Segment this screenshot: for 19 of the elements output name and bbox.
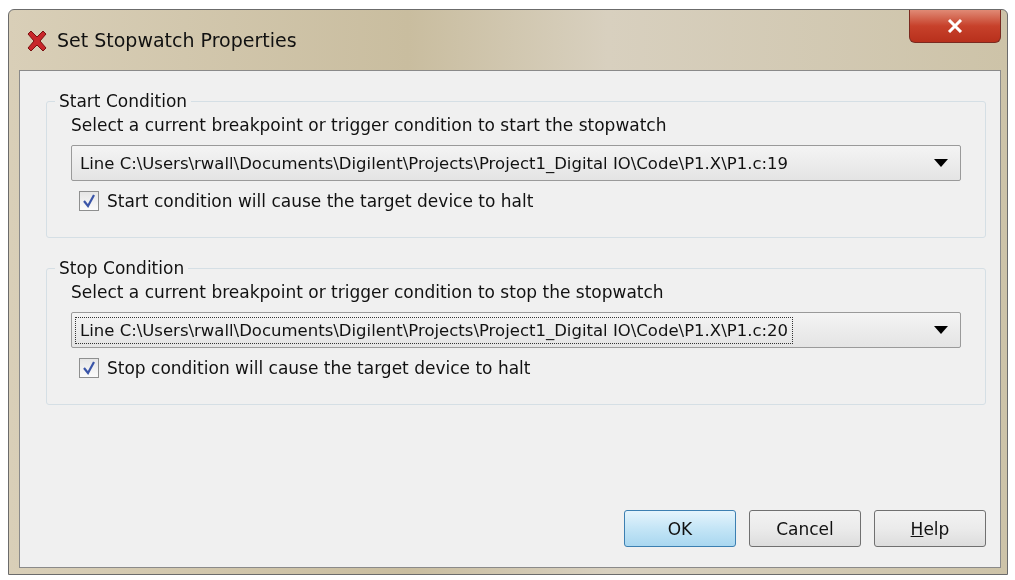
caret-icon [934, 326, 948, 334]
close-button[interactable] [909, 10, 1001, 43]
checkbox[interactable] [79, 358, 99, 378]
caret-icon [934, 159, 948, 167]
checkbox-label[interactable]: Start condition will cause the target device to halt [107, 191, 534, 211]
checkbox-label[interactable]: Stop condition will cause the target device to halt [107, 358, 531, 378]
condition-dropdown[interactable]: Line C:\Users\rwall\Documents\Digilent\Projects\Project1_Digital IO\Code\P1.X\P1.c:19 [71, 145, 961, 181]
group-title: Stop Condition [58, 258, 186, 278]
close-icon [947, 19, 963, 33]
group-title: Start Condition [58, 91, 189, 111]
x-mark-icon [25, 29, 49, 53]
dialog-button[interactable]: OK [624, 510, 736, 547]
dialog-button[interactable]: Help [874, 510, 986, 547]
prompt-text: Select a current breakpoint or trigger condition to start the stopwatch [71, 115, 668, 135]
dialog-button[interactable]: Cancel [749, 510, 861, 547]
prompt-text: Select a current breakpoint or trigger condition to stop the stopwatch [71, 282, 665, 302]
window-title: Set Stopwatch Properties [57, 29, 297, 51]
checkbox[interactable] [79, 191, 99, 211]
condition-dropdown[interactable]: Line C:\Users\rwall\Documents\Digilent\Projects\Project1_Digital IO\Code\P1.X\P1.c:20 [71, 312, 961, 348]
